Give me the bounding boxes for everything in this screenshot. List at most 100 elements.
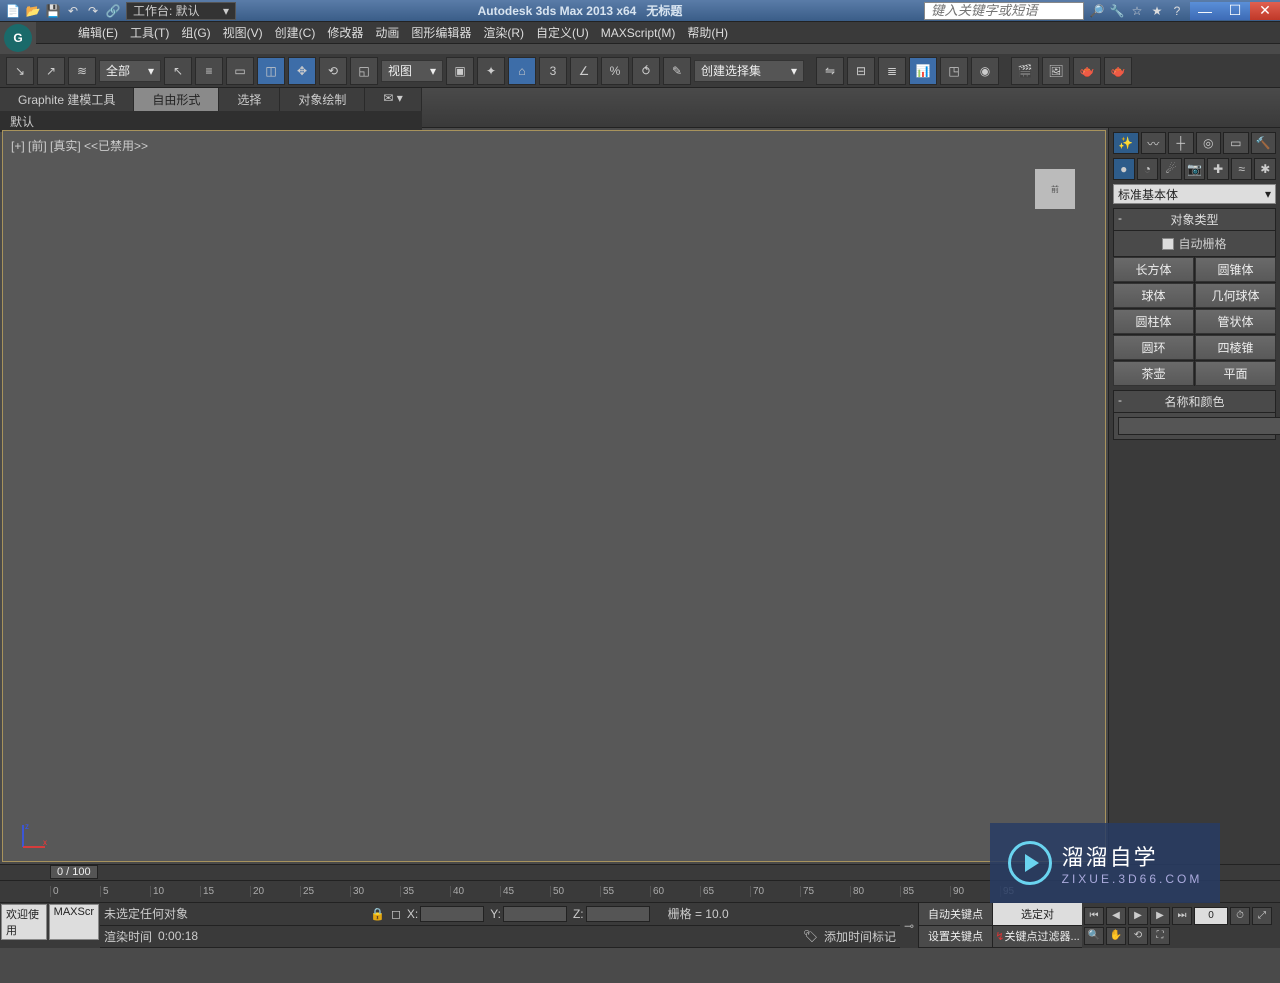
max-viewport-icon[interactable]: ⛶ bbox=[1150, 927, 1170, 945]
workspace-dropdown[interactable]: 工作台: 默认▾ bbox=[126, 2, 236, 20]
select-name-icon[interactable]: ≡ bbox=[195, 57, 223, 85]
section-object-type[interactable]: -对象类型 bbox=[1113, 208, 1276, 231]
layer-manager-icon[interactable]: ≣ bbox=[878, 57, 906, 85]
selection-filter-dropdown[interactable]: 全部▾ bbox=[99, 60, 161, 82]
object-name-input[interactable] bbox=[1118, 417, 1280, 435]
edit-named-sel-icon[interactable]: ✎ bbox=[663, 57, 691, 85]
cp-tab-hierarchy-icon[interactable]: ┼ bbox=[1168, 132, 1194, 154]
maximize-button[interactable]: ☐ bbox=[1220, 2, 1250, 20]
ribbon-tab-objpaint[interactable]: 对象绘制 bbox=[280, 88, 365, 111]
scale-tool-icon[interactable]: ◱ bbox=[350, 57, 378, 85]
set-key-button[interactable]: 设置关键点 bbox=[919, 926, 992, 949]
obj-pyramid-button[interactable]: 四棱锥 bbox=[1195, 335, 1276, 360]
time-cursor[interactable]: 0 / 100 bbox=[50, 865, 98, 879]
cp-sub-lights-icon[interactable]: ☄ bbox=[1160, 158, 1182, 180]
angle-snap-icon[interactable]: ∠ bbox=[570, 57, 598, 85]
render-production-icon[interactable]: 🫖 bbox=[1073, 57, 1101, 85]
link-icon[interactable]: 🔗 bbox=[104, 2, 122, 20]
cp-tab-create-icon[interactable]: ✨ bbox=[1113, 132, 1139, 154]
next-frame-icon[interactable]: ▶ bbox=[1150, 907, 1170, 925]
menu-tools[interactable]: 工具(T) bbox=[130, 24, 169, 41]
add-time-marker[interactable]: 添加时间标记 bbox=[824, 928, 896, 945]
binoculars-icon[interactable]: 🔎 bbox=[1088, 2, 1106, 20]
app-logo-icon[interactable]: G bbox=[4, 24, 32, 52]
orbit-icon[interactable]: ⟲ bbox=[1128, 927, 1148, 945]
new-icon[interactable]: 📄 bbox=[4, 2, 22, 20]
schematic-view-icon[interactable]: ◳ bbox=[940, 57, 968, 85]
obj-geosphere-button[interactable]: 几何球体 bbox=[1195, 283, 1276, 308]
menu-create[interactable]: 创建(C) bbox=[275, 24, 316, 41]
material-editor-icon[interactable]: ◉ bbox=[971, 57, 999, 85]
link-tool-icon[interactable]: ↘ bbox=[6, 57, 34, 85]
viewport-label[interactable]: [+] [前] [真实] <<已禁用>> bbox=[11, 137, 148, 154]
wrench-icon[interactable]: 🔧 bbox=[1108, 2, 1126, 20]
ribbon-tab-graphite[interactable]: Graphite 建模工具 bbox=[0, 88, 134, 111]
unlink-tool-icon[interactable]: ↗ bbox=[37, 57, 65, 85]
goto-start-icon[interactable]: ⏮ bbox=[1084, 907, 1104, 925]
cp-sub-helpers-icon[interactable]: ✚ bbox=[1207, 158, 1229, 180]
manipulate-icon[interactable]: ✦ bbox=[477, 57, 505, 85]
help-icon[interactable]: ? bbox=[1168, 2, 1186, 20]
z-input[interactable] bbox=[586, 906, 650, 922]
sel-lock-dropdown[interactable]: 选定对 bbox=[993, 903, 1082, 926]
pan-icon[interactable]: ✋ bbox=[1106, 927, 1126, 945]
ribbon-tab-selection[interactable]: 选择 bbox=[219, 88, 280, 111]
align-icon[interactable]: ⊟ bbox=[847, 57, 875, 85]
menu-grapheditor[interactable]: 图形编辑器 bbox=[411, 24, 471, 41]
keyboard-shortcut-icon[interactable]: ⌂ bbox=[508, 57, 536, 85]
bind-spacewarp-icon[interactable]: ≋ bbox=[68, 57, 96, 85]
menu-view[interactable]: 视图(V) bbox=[223, 24, 263, 41]
mirror-icon[interactable]: ⇋ bbox=[816, 57, 844, 85]
goto-end-icon[interactable]: ⏭ bbox=[1172, 907, 1192, 925]
ribbon-tab-more[interactable]: ✉ ▾ bbox=[365, 88, 421, 111]
menu-customize[interactable]: 自定义(U) bbox=[536, 24, 589, 41]
help-search-input[interactable] bbox=[924, 2, 1084, 20]
cp-sub-systems-icon[interactable]: ✱ bbox=[1254, 158, 1276, 180]
refcoord-dropdown[interactable]: 视图▾ bbox=[381, 60, 443, 82]
menu-maxscript[interactable]: MAXScript(M) bbox=[601, 26, 676, 40]
quick-render-icon[interactable]: 🫖 bbox=[1104, 57, 1132, 85]
key-filter-button[interactable]: ↯关键点过滤器... bbox=[993, 926, 1082, 949]
snap-3d-icon[interactable]: 3 bbox=[539, 57, 567, 85]
select-object-icon[interactable]: ↖ bbox=[164, 57, 192, 85]
obj-teapot-button[interactable]: 茶壶 bbox=[1113, 361, 1194, 386]
category-dropdown[interactable]: 标准基本体▾ bbox=[1113, 184, 1276, 204]
prev-frame-icon[interactable]: ◀ bbox=[1106, 907, 1126, 925]
cp-tab-utilities-icon[interactable]: 🔨 bbox=[1251, 132, 1277, 154]
cp-tab-modify-icon[interactable]: 〰 bbox=[1141, 132, 1167, 154]
minimize-button[interactable]: — bbox=[1190, 2, 1220, 20]
favorite-icon[interactable]: ★ bbox=[1148, 2, 1166, 20]
time-tag-icon[interactable]: 🏷 bbox=[803, 929, 818, 943]
cp-tab-display-icon[interactable]: ▭ bbox=[1223, 132, 1249, 154]
render-setup-icon[interactable]: 🎬 bbox=[1011, 57, 1039, 85]
isolate-icon[interactable]: ◻ bbox=[391, 907, 401, 921]
percent-snap-icon[interactable]: % bbox=[601, 57, 629, 85]
obj-sphere-button[interactable]: 球体 bbox=[1113, 283, 1194, 308]
obj-box-button[interactable]: 长方体 bbox=[1113, 257, 1194, 282]
menu-modifiers[interactable]: 修改器 bbox=[327, 24, 363, 41]
play-icon[interactable]: ▶ bbox=[1128, 907, 1148, 925]
menu-render[interactable]: 渲染(R) bbox=[483, 24, 524, 41]
render-frame-icon[interactable]: 🖼 bbox=[1042, 57, 1070, 85]
pivot-center-icon[interactable]: ▣ bbox=[446, 57, 474, 85]
cp-sub-cameras-icon[interactable]: 📷 bbox=[1184, 158, 1206, 180]
curve-editor-icon[interactable]: 📊 bbox=[909, 57, 937, 85]
open-icon[interactable]: 📂 bbox=[24, 2, 42, 20]
obj-cylinder-button[interactable]: 圆柱体 bbox=[1113, 309, 1194, 334]
zoom-extents-icon[interactable]: ⤢ bbox=[1252, 907, 1272, 925]
cp-sub-shapes-icon[interactable]: ◔ bbox=[1137, 158, 1159, 180]
section-name-color[interactable]: -名称和颜色 bbox=[1113, 390, 1276, 413]
time-config-icon[interactable]: ⏱ bbox=[1230, 907, 1250, 925]
cp-tab-motion-icon[interactable]: ◎ bbox=[1196, 132, 1222, 154]
auto-grid-checkbox[interactable]: 自动栅格 bbox=[1113, 231, 1276, 257]
save-icon[interactable]: 💾 bbox=[44, 2, 62, 20]
rotate-tool-icon[interactable]: ⟲ bbox=[319, 57, 347, 85]
obj-plane-button[interactable]: 平面 bbox=[1195, 361, 1276, 386]
obj-cone-button[interactable]: 圆锥体 bbox=[1195, 257, 1276, 282]
close-button[interactable]: ✕ bbox=[1250, 2, 1280, 20]
auto-key-button[interactable]: 自动关键点 bbox=[919, 903, 992, 926]
viewcube-icon[interactable]: 前 bbox=[1035, 169, 1075, 209]
tab-welcome[interactable]: 欢迎使用 bbox=[1, 904, 47, 940]
redo-icon[interactable]: ↷ bbox=[84, 2, 102, 20]
obj-torus-button[interactable]: 圆环 bbox=[1113, 335, 1194, 360]
